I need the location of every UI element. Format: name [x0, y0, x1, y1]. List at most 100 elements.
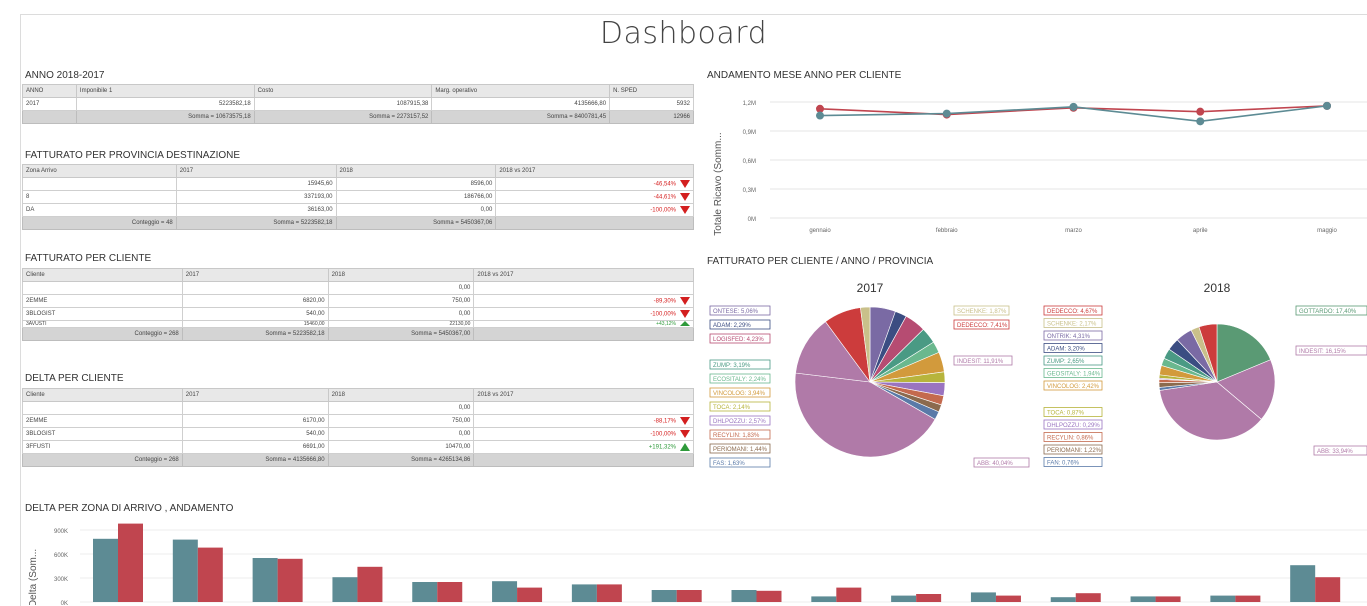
table-row[interactable]: 0,00 — [22, 281, 694, 295]
header-cell[interactable]: 2018 — [327, 388, 475, 402]
bar[interactable] — [1315, 577, 1341, 602]
bar[interactable] — [1130, 596, 1156, 602]
cell: 6820,00 — [181, 294, 329, 308]
bar-chart[interactable]: Delta (Som... 900K 600K 300K 0K — [22, 518, 1367, 605]
line-point[interactable] — [942, 109, 951, 118]
pie-label: ABB: 33,94% — [1317, 449, 1353, 455]
delta-percent: +43,12% — [656, 321, 676, 327]
total-cell — [22, 110, 77, 124]
cell: 540,00 — [181, 427, 329, 441]
pie-label: GEOSITALY: 1,94% — [1047, 372, 1101, 378]
header-cell[interactable]: 2018 vs 2017 — [495, 164, 694, 178]
bar[interactable] — [995, 595, 1021, 602]
header-cell[interactable]: 2017 — [175, 164, 337, 178]
bar[interactable] — [517, 587, 543, 602]
pie-label: PERIOMANI: 1,22% — [1047, 448, 1102, 454]
bar[interactable] — [891, 595, 917, 602]
pie-label: ZUMP: 3,19% — [713, 363, 751, 369]
header-cell[interactable]: 2018 vs 2017 — [473, 388, 694, 402]
header-cell[interactable]: Cliente — [22, 268, 183, 282]
bar[interactable] — [596, 584, 622, 602]
section-line-title: ANDAMENTO MESE ANNO PER CLIENTE — [707, 70, 902, 81]
bar[interactable] — [651, 590, 677, 602]
line-chart[interactable]: Totale Ricavo (Somm... 1,2M 0,9M 0,6M 0,3M 0… — [700, 84, 1367, 244]
table-row[interactable]: 3FFUSTI 6691,00 10470,00 +191,32% — [22, 440, 694, 454]
pie-charts[interactable]: 2017 2018 ONTESE: 5,06% ADAM: 2,29% LOGISF… — [700, 270, 1367, 485]
pie-label: RECYLIN: 0,86% — [1047, 436, 1094, 442]
bar[interactable] — [1235, 595, 1261, 602]
bar[interactable] — [357, 566, 383, 602]
header-cell[interactable]: 2018 — [335, 164, 497, 178]
header-cell[interactable]: 2018 vs 2017 — [473, 268, 694, 282]
total-cell: Somma = 10673575,18 — [75, 110, 255, 124]
line-point[interactable] — [1069, 102, 1078, 111]
table-row[interactable]: 3AVUSTI 15460,00 22130,00 +43,12% — [22, 320, 694, 328]
line-point[interactable] — [816, 111, 824, 120]
header-cell[interactable]: 2017 — [181, 388, 329, 402]
table-row[interactable]: 0,00 — [22, 401, 694, 415]
delta-percent: -100,00% — [650, 207, 676, 214]
bar[interactable] — [332, 577, 358, 602]
pie-label: ADAM: 3,20% — [1047, 347, 1085, 353]
bar[interactable] — [412, 582, 438, 602]
pie-label: SCHENKE: 2,17% — [1047, 322, 1097, 328]
header-cell[interactable]: Cliente — [22, 388, 183, 402]
header-cell[interactable]: 2017 — [181, 268, 329, 282]
line-x-tick-label: aprile — [1193, 228, 1208, 234]
bar[interactable] — [118, 523, 143, 602]
line-point[interactable] — [1196, 117, 1205, 126]
header-cell[interactable]: Costo — [253, 84, 433, 98]
bar[interactable] — [1050, 597, 1076, 602]
line-point[interactable] — [1323, 101, 1331, 110]
table-row[interactable]: 2EMME 6820,00 750,00 -89,30% — [22, 294, 694, 308]
header-cell[interactable]: Imponibile 1 — [75, 84, 255, 98]
bar[interactable] — [197, 547, 223, 602]
pie-label: GOTTARDO: 17,40% — [1299, 309, 1357, 315]
bar[interactable] — [756, 590, 782, 602]
bar[interactable] — [1290, 565, 1316, 602]
table-row[interactable]: 8 337193,00 186766,00 -44,61% — [22, 190, 694, 204]
header-cell[interactable]: Zona Arrivo — [22, 164, 177, 178]
cell: 2EMME — [22, 294, 183, 308]
bar[interactable] — [970, 592, 996, 602]
table-row[interactable]: DA 36163,00 0,00 -100,00% — [22, 203, 694, 217]
table-row[interactable]: 15945,60 8596,00 -46,54% — [22, 177, 694, 191]
bar[interactable] — [571, 584, 597, 602]
pie-label: DEDECCO: 7,41% — [957, 323, 1008, 329]
total-cell: Somma = 5450367,06 — [335, 216, 497, 230]
delta-percent: -89,30% — [653, 298, 676, 305]
pie-label: DHLPOZZU: 2,57% — [713, 419, 766, 425]
cell: 0,00 — [335, 203, 497, 217]
bar[interactable] — [1075, 593, 1101, 602]
table-row[interactable]: 2EMME 6170,00 750,00 -88,17% — [22, 414, 694, 428]
line-point[interactable] — [1196, 107, 1205, 116]
table-row[interactable]: 2017 5223582,18 1087915,38 4135666,80 59… — [22, 97, 694, 111]
header-cell[interactable]: Marg. operativo — [431, 84, 611, 98]
bar[interactable] — [437, 582, 463, 602]
header-cell[interactable]: 2018 — [327, 268, 475, 282]
cell: 5223582,18 — [75, 97, 255, 111]
pie-label: ZUMP: 2,65% — [1047, 359, 1085, 365]
bar[interactable] — [93, 538, 118, 602]
table-row[interactable]: 3BLOGIST 540,00 0,00 -100,00% — [22, 427, 694, 441]
cell: 540,00 — [181, 307, 329, 321]
cell — [473, 401, 694, 415]
table-row[interactable]: 3BLOGIST 540,00 0,00 -100,00% — [22, 307, 694, 321]
bar[interactable] — [277, 558, 303, 602]
cell: 8596,00 — [335, 177, 497, 191]
bar[interactable] — [916, 594, 942, 602]
bar[interactable] — [811, 596, 837, 602]
bar[interactable] — [1210, 595, 1236, 602]
header-cell[interactable]: ANNO — [22, 84, 77, 98]
bar-y-tick-label: 600K — [54, 553, 68, 559]
bar[interactable] — [731, 590, 757, 602]
bar[interactable] — [172, 539, 198, 602]
bar[interactable] — [836, 587, 862, 602]
cell: 0,00 — [327, 401, 475, 415]
bar[interactable] — [676, 590, 702, 602]
bar[interactable] — [492, 581, 518, 602]
bar[interactable] — [252, 558, 278, 602]
delta-percent: -100,00% — [650, 431, 676, 438]
header-cell[interactable]: N. SPED — [609, 84, 694, 98]
bar[interactable] — [1155, 596, 1181, 602]
